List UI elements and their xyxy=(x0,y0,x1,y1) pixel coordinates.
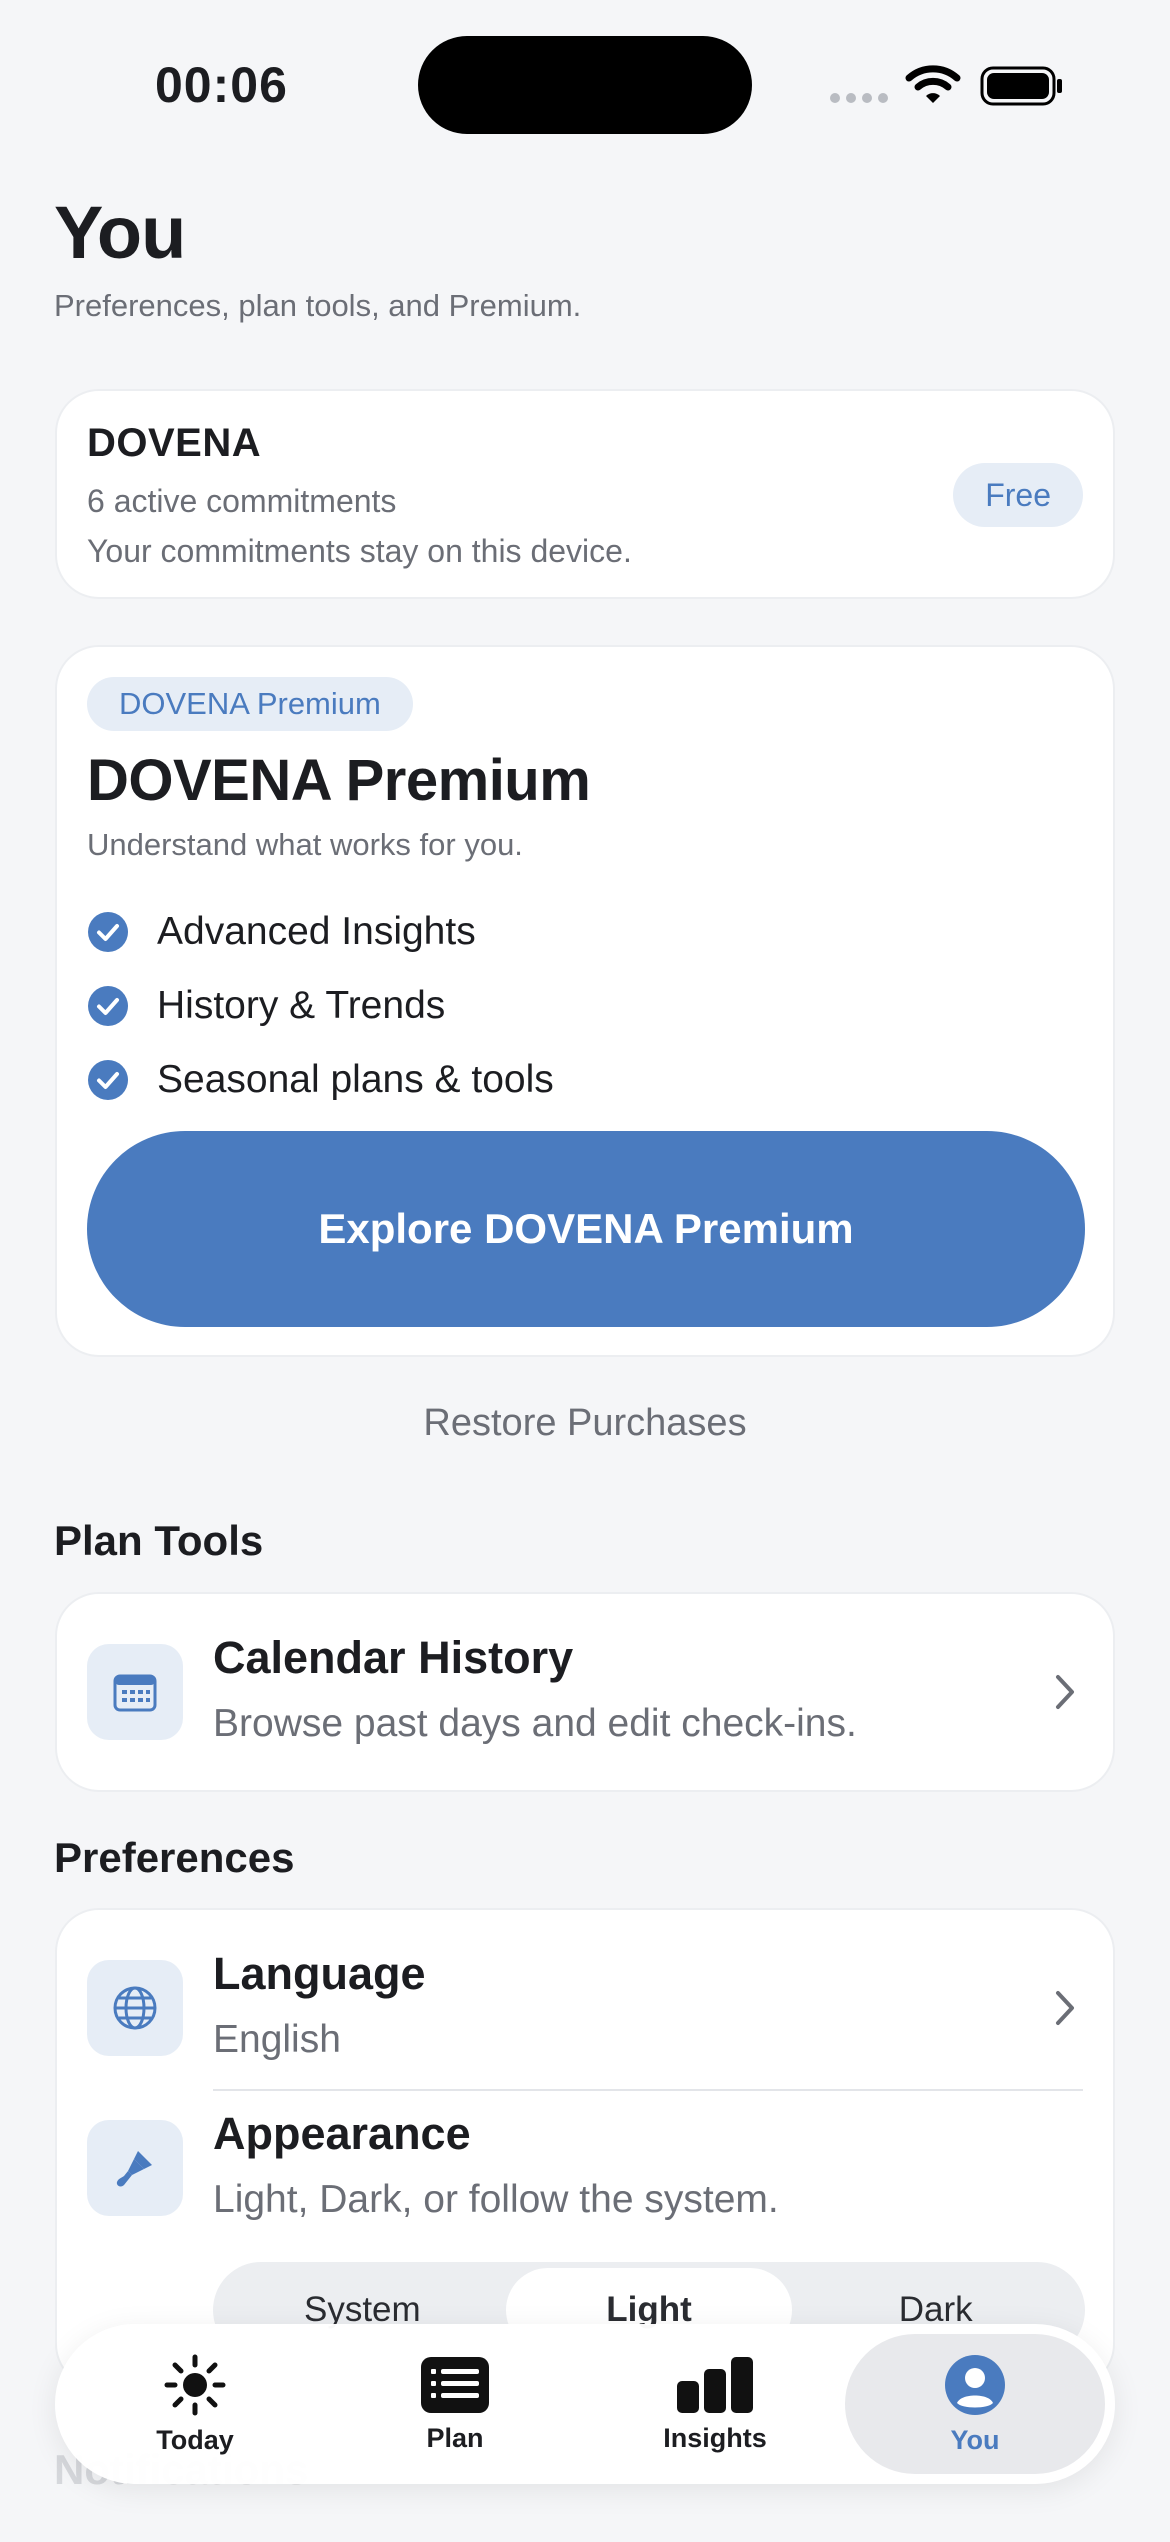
tab-label: Plan xyxy=(426,2422,484,2453)
tab-insights[interactable]: Insights xyxy=(585,2334,845,2474)
account-name: DOVENA xyxy=(87,421,262,465)
premium-card: DOVENA Premium DOVENA Premium Understand… xyxy=(55,645,1115,1357)
calendar-history-subtitle: Browse past days and edit check-ins. xyxy=(213,1702,857,1745)
section-title-plan-tools: Plan Tools xyxy=(54,1517,264,1564)
premium-feature-label: History & Trends xyxy=(157,984,446,1027)
chevron-right-icon xyxy=(1056,1675,1074,1709)
restore-purchases-link[interactable]: Restore Purchases xyxy=(0,1402,1170,1445)
wifi-icon xyxy=(905,65,961,103)
tab-label: Today xyxy=(156,2424,234,2455)
preferences-card: Language English Appearance Light, Dark,… xyxy=(55,1908,1115,2388)
section-title-preferences: Preferences xyxy=(54,1834,295,1881)
explore-premium-button[interactable]: Explore DOVENA Premium xyxy=(87,1131,1085,1327)
language-row[interactable]: Language English xyxy=(57,1910,1113,2090)
status-bar: 00:06 xyxy=(0,0,1170,160)
page-title: You xyxy=(54,191,186,274)
globe-icon xyxy=(113,1986,157,2030)
premium-feature: History & Trends xyxy=(87,969,554,1043)
cellular-signal-icon xyxy=(830,93,888,103)
language-value: English xyxy=(213,2018,341,2061)
premium-feature-list: Advanced Insights History & Trends Seaso… xyxy=(87,895,554,1117)
tab-label: Insights xyxy=(663,2422,767,2453)
calendar-icon xyxy=(113,1674,157,1712)
tab-you[interactable]: You xyxy=(845,2334,1105,2474)
tab-today[interactable]: Today xyxy=(65,2334,325,2474)
plan-badge: Free xyxy=(953,463,1083,527)
calendar-history-title: Calendar History xyxy=(213,1632,574,1683)
checkmark-circle-icon xyxy=(88,1060,128,1100)
appearance-title: Appearance xyxy=(213,2108,471,2159)
active-commitments-count: 6 active commitments xyxy=(87,483,397,519)
premium-feature: Seasonal plans & tools xyxy=(87,1043,554,1117)
globe-icon-tile xyxy=(87,1960,183,2056)
tab-plan[interactable]: Plan xyxy=(325,2334,585,2474)
person-icon xyxy=(945,2354,1005,2415)
premium-chip: DOVENA Premium xyxy=(87,677,413,731)
premium-title: DOVENA Premium xyxy=(87,748,591,813)
paintbrush-icon xyxy=(116,2151,152,2187)
row-divider xyxy=(213,2089,1083,2091)
chevron-right-icon xyxy=(1056,1991,1074,2025)
storage-note: Your commitments stay on this device. xyxy=(87,533,632,569)
page-subtitle: Preferences, plan tools, and Premium. xyxy=(54,288,582,323)
bar-chart-icon xyxy=(677,2356,753,2413)
sun-icon xyxy=(164,2354,226,2415)
premium-feature: Advanced Insights xyxy=(87,895,554,969)
battery-icon xyxy=(980,66,1062,106)
premium-feature-label: Advanced Insights xyxy=(157,910,476,953)
tab-bar: Today Plan Insights You xyxy=(55,2324,1115,2484)
calendar-history-row[interactable]: Calendar History Browse past days and ed… xyxy=(55,1592,1115,1792)
checkmark-circle-icon xyxy=(88,912,128,952)
calendar-icon-tile xyxy=(87,1644,183,1740)
language-title: Language xyxy=(213,1948,426,1999)
list-icon xyxy=(421,2356,489,2413)
premium-tagline: Understand what works for you. xyxy=(87,827,523,862)
tab-label: You xyxy=(950,2424,1000,2455)
account-card: DOVENA 6 active commitments Your commitm… xyxy=(55,389,1115,599)
paintbrush-icon-tile xyxy=(87,2120,183,2216)
appearance-subtitle: Light, Dark, or follow the system. xyxy=(213,2178,779,2221)
premium-feature-label: Seasonal plans & tools xyxy=(157,1058,554,1101)
checkmark-circle-icon xyxy=(88,986,128,1026)
status-time: 00:06 xyxy=(155,57,288,113)
dynamic-island xyxy=(418,36,752,134)
